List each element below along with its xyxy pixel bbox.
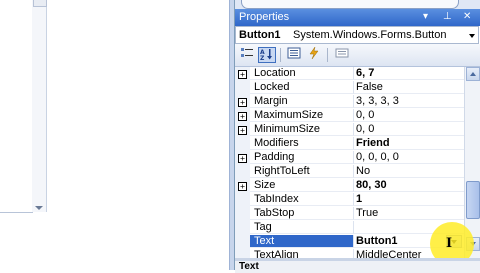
properties-window: Properties ▾ ⊥ ✕ Button1 System.Windows.… bbox=[234, 0, 480, 273]
property-name[interactable]: Padding bbox=[250, 151, 354, 164]
property-value[interactable]: 3, 3, 3, 3 bbox=[354, 95, 464, 108]
property-name[interactable]: Margin bbox=[250, 95, 354, 108]
description-pane: Text bbox=[235, 258, 480, 273]
expand-icon[interactable]: + bbox=[238, 70, 247, 79]
scroll-up-icon[interactable] bbox=[466, 67, 480, 81]
property-row-tabindex[interactable]: TabIndex 1 bbox=[235, 193, 464, 207]
events-icon[interactable] bbox=[305, 46, 323, 63]
property-value[interactable]: 1 bbox=[354, 193, 464, 206]
property-value[interactable]: 80, 30 bbox=[354, 179, 464, 192]
svg-text:Z: Z bbox=[260, 55, 265, 60]
property-value[interactable]: Friend bbox=[354, 137, 464, 150]
row-gutter: + bbox=[235, 67, 250, 81]
row-gutter bbox=[235, 137, 250, 151]
property-row-tabstop[interactable]: TabStop True bbox=[235, 207, 464, 221]
property-value[interactable]: 0, 0, 0, 0 bbox=[354, 151, 464, 164]
top-strip bbox=[235, 0, 480, 9]
property-value[interactable]: False bbox=[354, 81, 464, 94]
property-name[interactable]: Modifiers bbox=[250, 137, 354, 150]
properties-title: Properties bbox=[239, 11, 290, 23]
description-title: Text bbox=[239, 261, 259, 272]
object-name: Button1 bbox=[239, 29, 281, 41]
property-row-margin[interactable]: + Margin 3, 3, 3, 3 bbox=[235, 95, 464, 109]
chevron-down-icon[interactable] bbox=[469, 34, 475, 38]
form-surface[interactable] bbox=[0, 0, 33, 213]
scroll-thumb[interactable] bbox=[466, 181, 480, 219]
property-value[interactable]: True bbox=[354, 207, 464, 220]
property-name[interactable]: TabStop bbox=[250, 207, 354, 220]
designer-scroll-thumb[interactable] bbox=[33, 0, 47, 7]
form-designer-area[interactable] bbox=[0, 0, 229, 270]
property-name[interactable]: Locked bbox=[250, 81, 354, 94]
pin-dropdown-icon[interactable]: ▾ bbox=[423, 11, 428, 23]
scroll-down-icon[interactable] bbox=[35, 206, 43, 210]
expand-icon[interactable]: + bbox=[238, 154, 247, 163]
expand-icon[interactable]: + bbox=[238, 126, 247, 135]
object-selector[interactable]: Button1 System.Windows.Forms.Button bbox=[235, 26, 479, 44]
property-row-maximumsize[interactable]: + MaximumSize 0, 0 bbox=[235, 109, 464, 123]
toolbar-separator bbox=[327, 48, 328, 62]
row-gutter bbox=[235, 193, 250, 207]
expand-icon[interactable]: + bbox=[238, 112, 247, 121]
property-name[interactable]: TabIndex bbox=[250, 193, 354, 206]
row-gutter: + bbox=[235, 95, 250, 109]
expand-icon[interactable]: + bbox=[238, 98, 247, 107]
property-name[interactable]: Tag bbox=[250, 221, 354, 234]
row-gutter bbox=[235, 207, 250, 221]
property-value[interactable]: 6, 7 bbox=[354, 67, 464, 80]
property-row-padding[interactable]: + Padding 0, 0, 0, 0 bbox=[235, 151, 464, 165]
object-type: System.Windows.Forms.Button bbox=[293, 29, 447, 41]
property-name[interactable]: RightToLeft bbox=[250, 165, 354, 178]
properties-icon[interactable] bbox=[285, 47, 303, 63]
property-row-righttoleft[interactable]: RightToLeft No bbox=[235, 165, 464, 179]
property-row-location[interactable]: + Location 6, 7 bbox=[235, 67, 464, 81]
property-name[interactable]: Text bbox=[250, 235, 354, 248]
row-gutter: + bbox=[235, 179, 250, 193]
property-name[interactable]: Location bbox=[250, 67, 354, 80]
property-value[interactable]: No bbox=[354, 165, 464, 178]
properties-title-bar[interactable]: Properties ▾ ⊥ ✕ bbox=[235, 9, 480, 26]
row-gutter bbox=[235, 221, 250, 235]
designer-vertical-scrollbar[interactable] bbox=[32, 0, 47, 212]
property-row-tag[interactable]: Tag bbox=[235, 221, 464, 235]
property-value[interactable]: 0, 0 bbox=[354, 123, 464, 136]
property-pages-icon[interactable] bbox=[333, 47, 351, 63]
property-name[interactable]: MinimumSize bbox=[250, 123, 354, 136]
toolbar-separator bbox=[280, 48, 281, 62]
search-box[interactable] bbox=[241, 0, 459, 9]
text-cursor-icon: I bbox=[446, 236, 453, 251]
row-gutter bbox=[235, 81, 250, 95]
properties-toolbar: AZ bbox=[235, 44, 480, 67]
row-gutter bbox=[235, 235, 250, 249]
row-gutter: + bbox=[235, 151, 250, 165]
property-row-locked[interactable]: Locked False bbox=[235, 81, 464, 95]
pin-icon[interactable]: ⊥ bbox=[443, 11, 452, 23]
expand-icon[interactable]: + bbox=[238, 182, 247, 191]
property-row-minimumsize[interactable]: + MinimumSize 0, 0 bbox=[235, 123, 464, 137]
close-icon[interactable]: ✕ bbox=[463, 11, 471, 23]
property-row-modifiers[interactable]: Modifiers Friend bbox=[235, 137, 464, 151]
row-gutter: + bbox=[235, 123, 250, 137]
row-gutter: + bbox=[235, 109, 250, 123]
property-value[interactable]: 0, 0 bbox=[354, 109, 464, 122]
property-name[interactable]: MaximumSize bbox=[250, 109, 354, 122]
row-gutter bbox=[235, 165, 250, 179]
property-name[interactable]: Size bbox=[250, 179, 354, 192]
alphabetical-icon[interactable]: AZ bbox=[258, 47, 276, 63]
categorized-icon[interactable] bbox=[238, 47, 256, 63]
property-row-size[interactable]: + Size 80, 30 bbox=[235, 179, 464, 193]
